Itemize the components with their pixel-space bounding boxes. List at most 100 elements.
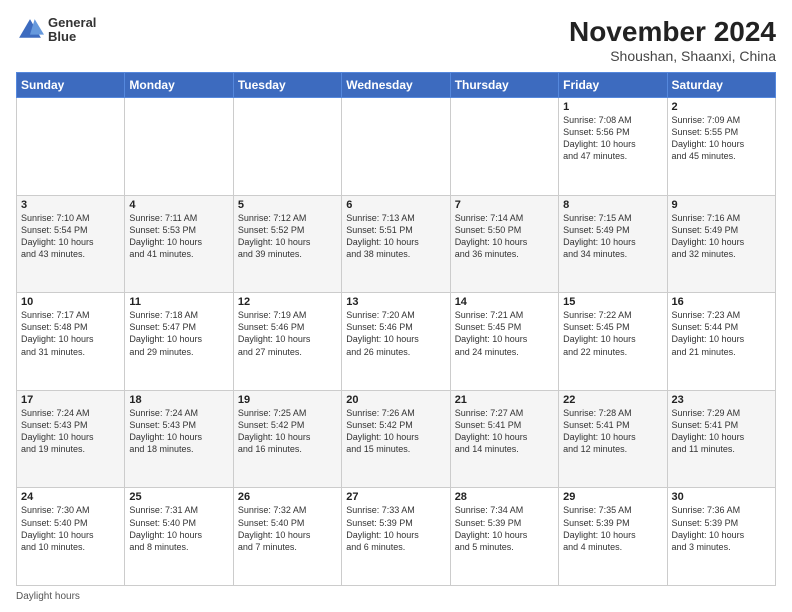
calendar-cell: 3 Sunrise: 7:10 AM Sunset: 5:54 PM Daylig…: [17, 195, 125, 293]
calendar-cell: 5 Sunrise: 7:12 AM Sunset: 5:52 PM Daylig…: [233, 195, 341, 293]
day-info: Sunrise: 7:18 AM Sunset: 5:47 PM Dayligh…: [129, 310, 202, 356]
day-info: Sunrise: 7:08 AM Sunset: 5:56 PM Dayligh…: [563, 115, 636, 161]
calendar-table: SundayMondayTuesdayWednesdayThursdayFrid…: [16, 72, 776, 586]
day-info: Sunrise: 7:28 AM Sunset: 5:41 PM Dayligh…: [563, 408, 636, 454]
day-number: 24: [21, 491, 120, 503]
day-number: 26: [238, 491, 337, 503]
day-number: 10: [21, 296, 120, 308]
day-info: Sunrise: 7:13 AM Sunset: 5:51 PM Dayligh…: [346, 213, 419, 259]
calendar-cell: 17 Sunrise: 7:24 AM Sunset: 5:43 PM Dayli…: [17, 390, 125, 488]
calendar-cell: 22 Sunrise: 7:28 AM Sunset: 5:41 PM Dayli…: [559, 390, 667, 488]
calendar-cell: 6 Sunrise: 7:13 AM Sunset: 5:51 PM Daylig…: [342, 195, 450, 293]
calendar-cell: 4 Sunrise: 7:11 AM Sunset: 5:53 PM Daylig…: [125, 195, 233, 293]
calendar-cell: 16Sunrise: 7:23 AM Sunset: 5:44 PM Dayli…: [667, 293, 775, 391]
weekday-header-wednesday: Wednesday: [342, 73, 450, 98]
logo-line2: Blue: [48, 30, 96, 44]
day-info: Sunrise: 7:17 AM Sunset: 5:48 PM Dayligh…: [21, 310, 94, 356]
day-number: 8: [563, 199, 662, 211]
page: General Blue November 2024 Shoushan, Sha…: [0, 0, 792, 612]
day-number: 20: [346, 394, 445, 406]
day-number: 9: [672, 199, 771, 211]
day-info: Sunrise: 7:24 AM Sunset: 5:43 PM Dayligh…: [21, 408, 94, 454]
calendar-cell: 26 Sunrise: 7:32 AM Sunset: 5:40 PM Dayli…: [233, 488, 341, 586]
day-number: 6: [346, 199, 445, 211]
calendar-cell: [342, 98, 450, 196]
day-info: Sunrise: 7:26 AM Sunset: 5:42 PM Dayligh…: [346, 408, 419, 454]
day-number: 19: [238, 394, 337, 406]
week-row-4: 17 Sunrise: 7:24 AM Sunset: 5:43 PM Dayli…: [17, 390, 776, 488]
calendar-cell: 15 Sunrise: 7:22 AM Sunset: 5:45 PM Dayli…: [559, 293, 667, 391]
logo-line1: General: [48, 16, 96, 30]
week-row-2: 3 Sunrise: 7:10 AM Sunset: 5:54 PM Daylig…: [17, 195, 776, 293]
calendar-title: November 2024: [569, 16, 776, 48]
day-number: 22: [563, 394, 662, 406]
day-info: Sunrise: 7:10 AM Sunset: 5:54 PM Dayligh…: [21, 213, 94, 259]
day-info: Sunrise: 7:34 AM Sunset: 5:39 PM Dayligh…: [455, 505, 528, 551]
calendar-cell: 9 Sunrise: 7:16 AM Sunset: 5:49 PM Daylig…: [667, 195, 775, 293]
calendar-cell: 19 Sunrise: 7:25 AM Sunset: 5:42 PM Dayli…: [233, 390, 341, 488]
day-info: Sunrise: 7:12 AM Sunset: 5:52 PM Dayligh…: [238, 213, 311, 259]
day-info: Sunrise: 7:25 AM Sunset: 5:42 PM Dayligh…: [238, 408, 311, 454]
day-number: 3: [21, 199, 120, 211]
day-info: Sunrise: 7:29 AM Sunset: 5:41 PM Dayligh…: [672, 408, 745, 454]
day-number: 15: [563, 296, 662, 308]
day-info: Sunrise: 7:09 AM Sunset: 5:55 PM Dayligh…: [672, 115, 745, 161]
calendar-cell: 21Sunrise: 7:27 AM Sunset: 5:41 PM Dayli…: [450, 390, 558, 488]
week-row-1: 1Sunrise: 7:08 AM Sunset: 5:56 PM Daylig…: [17, 98, 776, 196]
calendar-cell: 1Sunrise: 7:08 AM Sunset: 5:56 PM Daylig…: [559, 98, 667, 196]
day-number: 5: [238, 199, 337, 211]
weekday-header-saturday: Saturday: [667, 73, 775, 98]
day-number: 16: [672, 296, 771, 308]
weekday-header-tuesday: Tuesday: [233, 73, 341, 98]
day-info: Sunrise: 7:21 AM Sunset: 5:45 PM Dayligh…: [455, 310, 528, 356]
day-number: 28: [455, 491, 554, 503]
day-number: 18: [129, 394, 228, 406]
header: General Blue November 2024 Shoushan, Sha…: [16, 16, 776, 64]
day-info: Sunrise: 7:33 AM Sunset: 5:39 PM Dayligh…: [346, 505, 419, 551]
day-info: Sunrise: 7:20 AM Sunset: 5:46 PM Dayligh…: [346, 310, 419, 356]
day-number: 4: [129, 199, 228, 211]
day-info: Sunrise: 7:19 AM Sunset: 5:46 PM Dayligh…: [238, 310, 311, 356]
weekday-header-row: SundayMondayTuesdayWednesdayThursdayFrid…: [17, 73, 776, 98]
calendar-cell: 27Sunrise: 7:33 AM Sunset: 5:39 PM Dayli…: [342, 488, 450, 586]
calendar-cell: 8Sunrise: 7:15 AM Sunset: 5:49 PM Daylig…: [559, 195, 667, 293]
day-number: 14: [455, 296, 554, 308]
day-info: Sunrise: 7:16 AM Sunset: 5:49 PM Dayligh…: [672, 213, 745, 259]
week-row-3: 10 Sunrise: 7:17 AM Sunset: 5:48 PM Dayli…: [17, 293, 776, 391]
calendar-cell: [125, 98, 233, 196]
day-number: 17: [21, 394, 120, 406]
logo: General Blue: [16, 16, 96, 45]
calendar-cell: 23 Sunrise: 7:29 AM Sunset: 5:41 PM Dayli…: [667, 390, 775, 488]
day-info: Sunrise: 7:14 AM Sunset: 5:50 PM Dayligh…: [455, 213, 528, 259]
calendar-cell: 13Sunrise: 7:20 AM Sunset: 5:46 PM Dayli…: [342, 293, 450, 391]
calendar-subtitle: Shoushan, Shaanxi, China: [569, 48, 776, 64]
calendar-cell: 20 Sunrise: 7:26 AM Sunset: 5:42 PM Dayli…: [342, 390, 450, 488]
calendar-cell: [233, 98, 341, 196]
day-info: Sunrise: 7:11 AM Sunset: 5:53 PM Dayligh…: [129, 213, 202, 259]
calendar-cell: 7Sunrise: 7:14 AM Sunset: 5:50 PM Daylig…: [450, 195, 558, 293]
day-info: Sunrise: 7:22 AM Sunset: 5:45 PM Dayligh…: [563, 310, 636, 356]
calendar-cell: [450, 98, 558, 196]
day-number: 29: [563, 491, 662, 503]
calendar-cell: 12 Sunrise: 7:19 AM Sunset: 5:46 PM Dayli…: [233, 293, 341, 391]
calendar-cell: 24 Sunrise: 7:30 AM Sunset: 5:40 PM Dayli…: [17, 488, 125, 586]
calendar-cell: 18Sunrise: 7:24 AM Sunset: 5:43 PM Dayli…: [125, 390, 233, 488]
day-number: 2: [672, 101, 771, 113]
calendar-cell: [17, 98, 125, 196]
logo-text: General Blue: [48, 16, 96, 45]
day-info: Sunrise: 7:27 AM Sunset: 5:41 PM Dayligh…: [455, 408, 528, 454]
calendar-cell: 14 Sunrise: 7:21 AM Sunset: 5:45 PM Dayli…: [450, 293, 558, 391]
day-info: Sunrise: 7:30 AM Sunset: 5:40 PM Dayligh…: [21, 505, 94, 551]
day-number: 12: [238, 296, 337, 308]
footer: Daylight hours: [16, 591, 776, 602]
calendar-cell: 28 Sunrise: 7:34 AM Sunset: 5:39 PM Dayli…: [450, 488, 558, 586]
weekday-header-thursday: Thursday: [450, 73, 558, 98]
day-info: Sunrise: 7:31 AM Sunset: 5:40 PM Dayligh…: [129, 505, 202, 551]
calendar-cell: 25Sunrise: 7:31 AM Sunset: 5:40 PM Dayli…: [125, 488, 233, 586]
day-number: 23: [672, 394, 771, 406]
day-info: Sunrise: 7:32 AM Sunset: 5:40 PM Dayligh…: [238, 505, 311, 551]
calendar-cell: 2 Sunrise: 7:09 AM Sunset: 5:55 PM Daylig…: [667, 98, 775, 196]
weekday-header-friday: Friday: [559, 73, 667, 98]
day-info: Sunrise: 7:36 AM Sunset: 5:39 PM Dayligh…: [672, 505, 745, 551]
calendar-cell: 10 Sunrise: 7:17 AM Sunset: 5:48 PM Dayli…: [17, 293, 125, 391]
